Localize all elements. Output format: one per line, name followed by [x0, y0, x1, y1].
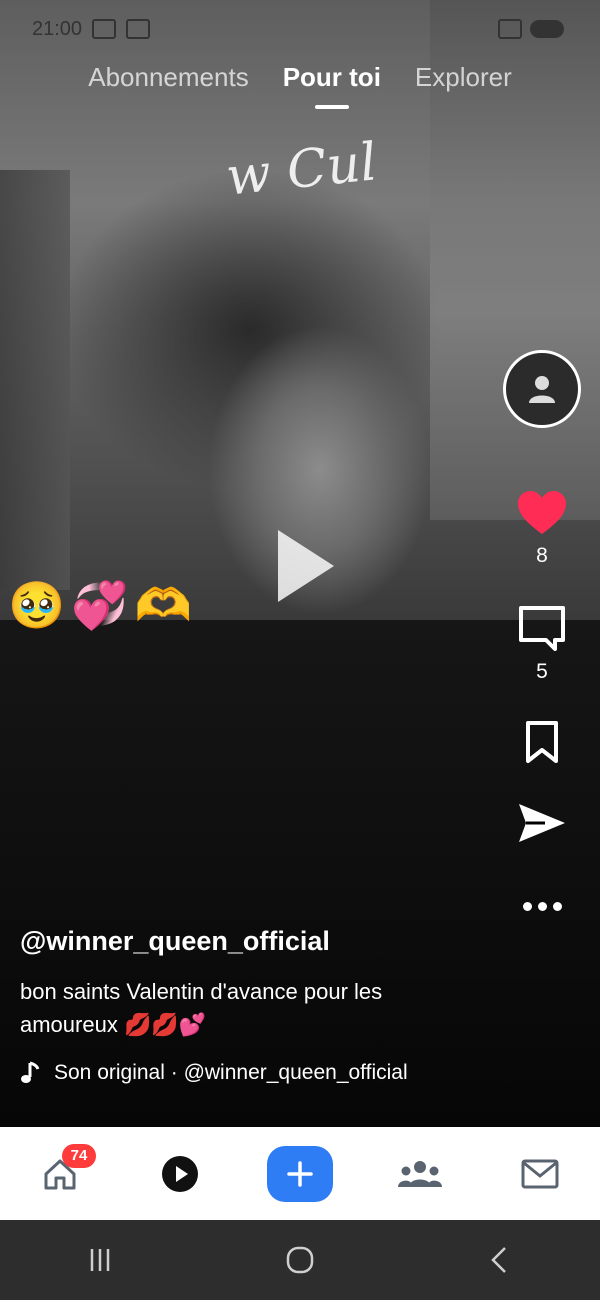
recent-apps-icon[interactable]	[85, 1245, 115, 1275]
heart-icon	[518, 491, 566, 534]
notification-icon	[126, 19, 151, 39]
back-icon[interactable]	[485, 1245, 515, 1275]
tab-pour-toi[interactable]: Pour toi	[283, 62, 381, 93]
notification-icon	[92, 19, 117, 39]
share-button[interactable]	[517, 802, 567, 844]
dot-icon	[552, 902, 562, 911]
video-background	[0, 170, 70, 590]
comment-icon	[519, 606, 565, 651]
play-icon[interactable]	[278, 530, 334, 602]
tab-abonnements[interactable]: Abonnements	[88, 62, 248, 93]
status-bar: 21:00	[32, 14, 564, 44]
sound-row[interactable]: Son original · @winner_queen_official	[20, 1061, 460, 1085]
dot-icon	[522, 902, 532, 911]
app-screen: w Cul 🥹 💞 🫶 21:00 Abonnements Pour toi E…	[0, 0, 600, 1300]
emoji-sticker: 💞	[71, 579, 129, 631]
nav-community[interactable]	[380, 1134, 460, 1214]
post-info: @winner_queen_official bon saints Valent…	[20, 926, 460, 1085]
comment-count: 5	[536, 660, 548, 683]
notification-badge: 74	[62, 1143, 96, 1168]
wifi-icon	[498, 19, 522, 39]
feed-tabs: Abonnements Pour toi Explorer	[0, 62, 600, 93]
action-rail: 8 5	[503, 350, 581, 911]
post-caption: bon saints Valentin d'avance pour les am…	[20, 979, 383, 1037]
bookmark-button[interactable]	[524, 720, 560, 764]
bookmark-icon	[526, 721, 558, 763]
tab-explorer[interactable]: Explorer	[415, 62, 512, 93]
user-icon	[529, 376, 555, 403]
nav-home[interactable]: 74	[20, 1134, 100, 1214]
emoji-overlay: 🥹 💞 🫶	[8, 582, 192, 628]
status-time: 21:00	[32, 17, 83, 40]
more-options-button[interactable]	[522, 902, 562, 911]
emoji-sticker: 🫶	[134, 579, 192, 631]
add-button[interactable]	[267, 1145, 333, 1202]
video-watermark: w Cul	[223, 132, 380, 208]
emoji-sticker: 🥹	[8, 579, 66, 631]
community-icon	[398, 1160, 442, 1187]
avatar[interactable]	[503, 350, 581, 428]
nav-create[interactable]	[260, 1134, 340, 1214]
add-icon	[287, 1160, 313, 1187]
comment-button[interactable]	[517, 604, 567, 652]
like-button[interactable]	[516, 490, 568, 536]
home-button-icon[interactable]	[284, 1244, 316, 1276]
mail-icon	[521, 1159, 559, 1188]
like-count: 8	[536, 544, 548, 567]
battery-icon	[530, 20, 564, 38]
nav-inbox[interactable]	[500, 1134, 580, 1214]
send-icon	[519, 804, 565, 842]
post-username[interactable]: @winner_queen_official	[20, 926, 460, 957]
system-navigation-bar	[0, 1220, 600, 1300]
bottom-nav: 74	[0, 1127, 600, 1220]
music-note-icon	[21, 1061, 40, 1083]
dot-icon	[537, 902, 547, 911]
play-circle-icon	[162, 1155, 198, 1192]
sound-label: Son original · @winner_queen_official	[54, 1061, 408, 1084]
nav-videos[interactable]	[140, 1134, 220, 1214]
